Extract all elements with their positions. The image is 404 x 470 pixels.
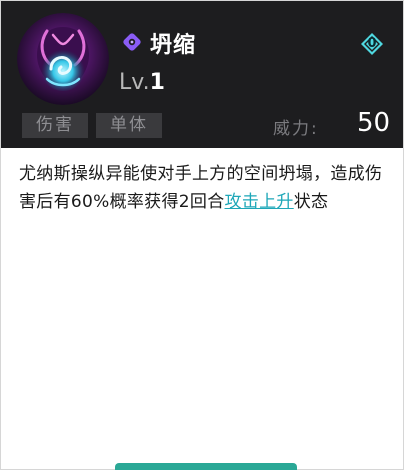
- purple-element-icon: [123, 33, 141, 51]
- skill-header: 坍缩 0 Lv.1 伤害 单体 威力: 50: [1, 1, 403, 148]
- level-number: 1: [149, 70, 165, 95]
- confirm-button[interactable]: [115, 463, 297, 470]
- tag-single-target: 单体: [96, 113, 162, 138]
- skill-cost: 0: [367, 36, 377, 51]
- skill-name: 坍缩: [150, 33, 197, 58]
- power-value: 50: [357, 108, 391, 138]
- attack-up-link[interactable]: 攻击上升: [225, 192, 294, 212]
- skill-description: 尤纳斯操纵异能使对手上方的空间坍塌，造成伤害后有60%概率获得2回合攻击上升状态: [19, 160, 391, 216]
- skill-level: Lv.1: [119, 70, 165, 95]
- tag-damage: 伤害: [22, 113, 88, 138]
- skill-card: 坍缩 0 Lv.1 伤害 单体 威力: 50 尤纳斯操纵异能使对手上方的空间坍塌…: [0, 0, 404, 470]
- level-prefix: Lv.: [119, 70, 150, 95]
- collapse-skill-emblem-icon: [17, 13, 109, 105]
- power-label: 威力:: [273, 119, 319, 139]
- description-suffix: 状态: [293, 192, 329, 212]
